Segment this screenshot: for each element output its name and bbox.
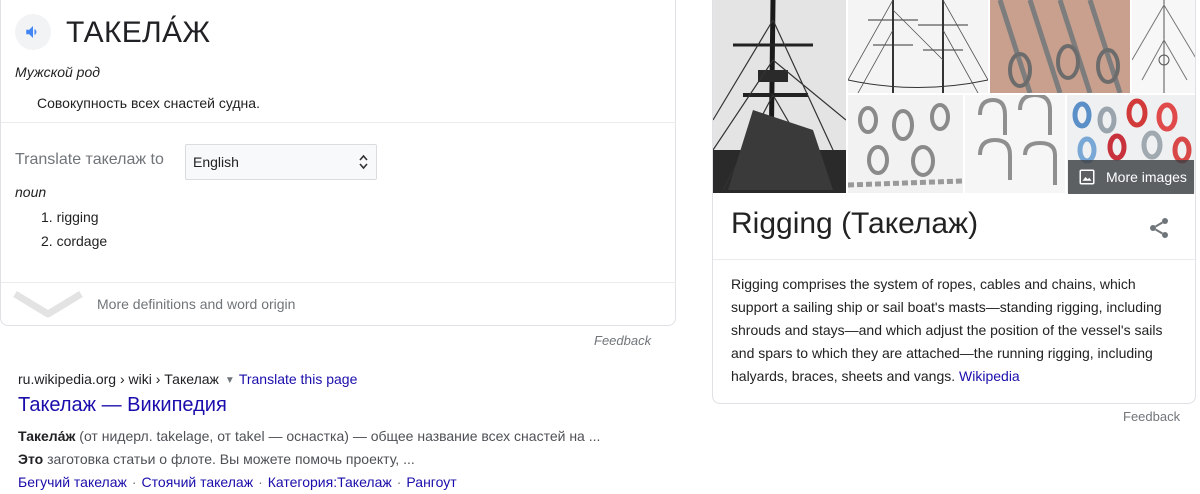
dictionary-card: ТАКЕЛА́Ж Мужской род Совокупность всех с… [0,0,676,326]
sitelink[interactable]: Рангоут [406,474,456,490]
sitelinks: Бегучий такелаж · Стоячий такелаж · Категори… [18,474,457,490]
chevron-down-icon[interactable] [13,290,83,318]
snippet-bold: Такела́ж [18,428,76,444]
headword: ТАКЕЛА́Ж [66,16,211,49]
language-select[interactable]: English [185,144,377,180]
image-icon [1079,169,1095,185]
translate-label: Translate такелаж to [15,151,164,168]
result-snippet: Это заготовка статьи о флоте. Вы можете … [18,451,415,467]
mast-sketch[interactable] [1132,0,1195,93]
triangle-down-icon[interactable]: ▼ [225,375,235,386]
part-of-speech: noun [15,184,47,200]
gender-label: Мужской род [15,64,100,80]
rigging-diagram[interactable] [848,0,988,93]
sitelink[interactable]: Бегучий такелаж [18,474,127,490]
knowledge-panel: More images Rigging (Такелаж) Rigging co… [712,0,1196,404]
result-snippet: Такела́ж (от нидерл. takelage, от takel … [18,428,600,444]
translation-list: 1. rigging 2. cordage [41,209,107,257]
more-images-label: More images [1106,169,1187,185]
result-title-link[interactable]: Такелаж — Википедия [18,394,227,417]
knowledge-panel-title: Rigging (Такелаж) [731,207,979,240]
translation-item: 2. cordage [41,233,108,249]
wikipedia-link[interactable]: Wikipedia [959,368,1020,384]
shackles-photo[interactable] [965,95,1065,193]
knowledge-panel-description: Rigging comprises the system of ropes, c… [731,273,1181,388]
share-icon[interactable] [1147,216,1171,240]
breadcrumb: ru.wikipedia.org › wiki › Такелаж [18,371,219,387]
language-select-value: English [193,154,239,170]
select-arrows-icon [359,154,368,170]
more-definitions-link[interactable]: More definitions and word origin [97,296,295,312]
ship-photo[interactable] [713,0,846,193]
result-url: ru.wikipedia.org › wiki › Такелаж ▼ Transl… [18,371,357,387]
hardware-photo[interactable] [848,95,963,193]
sitelink[interactable]: Стоячий такелаж [142,474,254,490]
divider [1,122,676,123]
divider [1,282,676,283]
snippet-bold: Это [18,451,44,467]
divider [713,259,1195,260]
translation-item: 1. rigging [41,209,99,225]
snippet-text: (от нидерл. takelage, от takel — оснастк… [75,428,601,444]
more-images-button[interactable]: More images [1068,160,1194,194]
feedback-link[interactable]: Feedback [594,333,651,348]
translate-page-link[interactable]: Translate this page [239,371,358,387]
definition-text: Совокупность всех снастей судна. [37,95,260,111]
sitelink[interactable]: Категория:Такелаж [268,474,392,490]
speaker-icon[interactable] [15,14,51,50]
snippet-text: заготовка статьи о флоте. Вы можете помо… [43,451,415,467]
description-text: Rigging comprises the system of ropes, c… [731,276,1163,384]
feedback-link[interactable]: Feedback [1123,409,1180,424]
wire-rope-photo[interactable] [990,0,1130,93]
